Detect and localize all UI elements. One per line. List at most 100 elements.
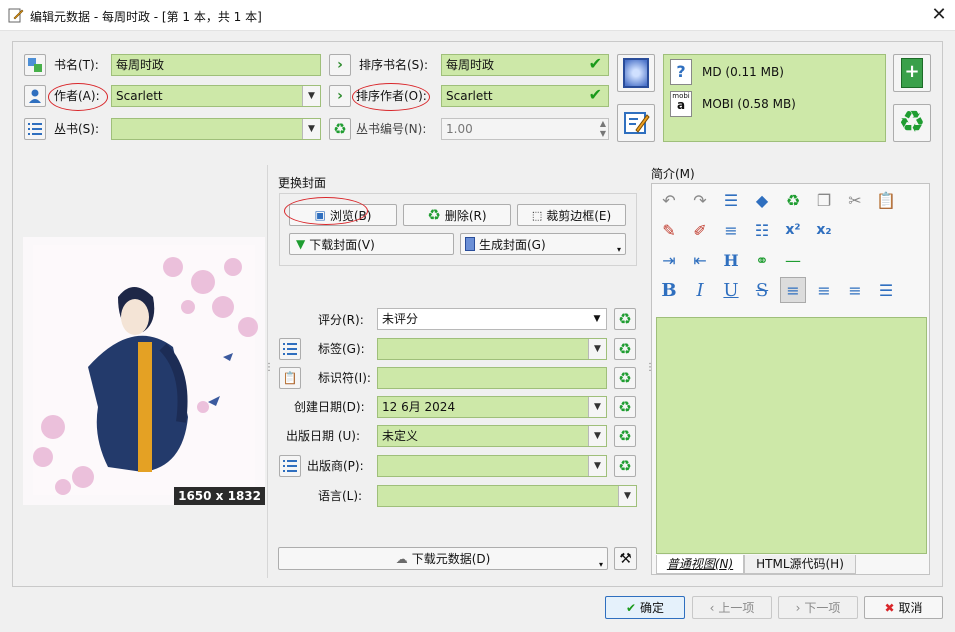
clear-pubdate-button[interactable]: ♻: [614, 425, 636, 447]
align-justify-icon[interactable]: ☰: [873, 277, 899, 303]
ordered-list-icon[interactable]: ≡: [718, 217, 744, 243]
chevron-down-icon[interactable]: ▼: [588, 339, 606, 359]
clear-publisher-button[interactable]: ♻: [614, 455, 636, 477]
underline-icon[interactable]: U: [718, 277, 744, 303]
tags-label: 标签(G):: [318, 342, 365, 356]
unordered-list-icon[interactable]: ☷: [749, 217, 775, 243]
ids-input[interactable]: [377, 367, 607, 389]
copy-to-sort-title-button[interactable]: ›: [329, 54, 351, 76]
superscript-icon[interactable]: x²: [780, 217, 806, 243]
cancel-button[interactable]: ✖ 取消: [864, 596, 943, 619]
subscript-icon[interactable]: x₂: [811, 217, 837, 243]
remove-cover-button[interactable]: ♻ 删除(R): [403, 204, 511, 226]
chevron-down-icon[interactable]: ▼: [618, 486, 636, 506]
align-right-icon[interactable]: ≡: [842, 277, 868, 303]
edit-metadata-button[interactable]: [617, 104, 655, 142]
series-label: 丛书(S):: [54, 122, 100, 136]
undo-icon[interactable]: ↶: [656, 187, 682, 213]
chevron-down-icon[interactable]: ▼: [302, 86, 320, 106]
cut-icon[interactable]: ✂: [842, 187, 868, 213]
clear-tags-button[interactable]: ♻: [614, 338, 636, 360]
edit-document-icon: [624, 112, 650, 134]
date-label: 创建日期(D):: [294, 400, 365, 414]
sort-author-input[interactable]: Scarlett ✔: [441, 85, 609, 107]
pubdate-input[interactable]: 未定义 ▼: [377, 425, 607, 447]
align-center-icon[interactable]: ≡: [811, 277, 837, 303]
manage-series-button[interactable]: [24, 118, 46, 140]
chevron-down-icon[interactable]: ▼: [588, 426, 606, 446]
format-row[interactable]: ? MD (0.11 MB): [670, 59, 784, 85]
copy-icon[interactable]: ❐: [811, 187, 837, 213]
clear-series-button[interactable]: ♻: [329, 118, 351, 140]
tab-html-source[interactable]: HTML源代码(H): [744, 555, 856, 574]
strikethrough-icon[interactable]: S: [749, 277, 775, 303]
download-metadata-button[interactable]: ☁ 下载元数据(D) ▾: [278, 547, 608, 570]
window-title: 编辑元数据 - 每周时政 - [第 1 本，共 1 本]: [30, 10, 262, 24]
recycle-icon: ♻: [618, 369, 632, 387]
sort-title-label: 排序书名(S):: [359, 58, 429, 72]
clear-ids-button[interactable]: ♻: [614, 367, 636, 389]
bold-icon[interactable]: B: [656, 277, 682, 303]
comments-text-area[interactable]: [656, 317, 927, 554]
tags-combo[interactable]: ▼: [377, 338, 607, 360]
cover-image[interactable]: 1650 x 1832: [23, 237, 265, 505]
download-cover-button[interactable]: ▼ 下载封面(V): [289, 233, 454, 255]
add-format-button[interactable]: +: [893, 54, 931, 92]
author-combo[interactable]: Scarlett ▼: [111, 85, 321, 107]
remove-format-button[interactable]: ♻: [893, 104, 931, 142]
tab-normal-view[interactable]: 普通视图(N): [656, 555, 744, 574]
paste-identifiers-button[interactable]: 📋: [279, 367, 301, 389]
chevron-down-icon[interactable]: ▼: [588, 309, 606, 329]
date-input[interactable]: 12 6月 2024 ▼: [377, 396, 607, 418]
manage-tags-button[interactable]: [279, 338, 301, 360]
horizontal-rule-icon[interactable]: —: [780, 247, 806, 273]
comments-toolbar: ↶ ↷ ☰ ◆ ♻ ❐ ✂ 📋 ✎ ✐ ≡ ☷ x² x₂ ⇥ ⇤ H ⚭ — …: [656, 187, 926, 303]
clear-format-icon[interactable]: ◆: [749, 187, 775, 213]
title-input[interactable]: 每周时政: [111, 54, 321, 76]
clear-rating-button[interactable]: ♻: [614, 308, 636, 330]
format-name: MOBI (0.58 MB): [702, 97, 796, 111]
format-row[interactable]: mobi a MOBI (0.58 MB): [670, 91, 796, 117]
manage-authors-button[interactable]: [24, 85, 46, 107]
indent-icon[interactable]: ⇥: [656, 247, 682, 273]
configure-metadata-button[interactable]: ⚒: [614, 547, 637, 570]
chevron-down-icon[interactable]: ▼: [302, 119, 320, 139]
generate-cover-button[interactable]: 生成封面(G) ▾: [460, 233, 626, 255]
paste-icon[interactable]: 📋: [873, 187, 899, 213]
splitter-handle[interactable]: ⋮: [645, 363, 655, 386]
select-all-icon[interactable]: ☰: [718, 187, 744, 213]
clear-date-button[interactable]: ♻: [614, 396, 636, 418]
outdent-icon[interactable]: ⇤: [687, 247, 713, 273]
next-button[interactable]: › 下一项: [778, 596, 858, 619]
link-icon[interactable]: ⚭: [749, 247, 775, 273]
chevron-down-icon[interactable]: ▼: [588, 397, 606, 417]
recycle-icon: ♻: [898, 105, 926, 140]
publisher-combo[interactable]: ▼: [377, 455, 607, 477]
title-case-icon: [28, 58, 42, 72]
close-button[interactable]: ✕: [928, 4, 950, 26]
previous-button[interactable]: ‹ 上一项: [692, 596, 772, 619]
language-combo[interactable]: ▼: [377, 485, 637, 507]
arrow-right-icon: ›: [337, 57, 343, 73]
trim-cover-button[interactable]: ⬚ 裁剪边框(E): [517, 204, 626, 226]
recycle-icon[interactable]: ♻: [780, 187, 806, 213]
rating-combo[interactable]: 未评分 ▼: [377, 308, 607, 330]
redo-icon[interactable]: ↷: [687, 187, 713, 213]
chevron-right-icon: ›: [795, 600, 801, 615]
title-case-button[interactable]: [24, 54, 46, 76]
formats-list[interactable]: ? MD (0.11 MB) mobi a MOBI (0.58 MB): [663, 54, 886, 142]
align-left-icon[interactable]: ≡: [780, 277, 806, 303]
generate-cover-thumbnail-button[interactable]: [617, 54, 655, 92]
spin-arrows-icon[interactable]: ▲ ▼: [600, 119, 606, 139]
text-color-icon[interactable]: ✐: [687, 217, 713, 243]
series-index-spinner[interactable]: 1.00 ▲ ▼: [441, 118, 609, 140]
chevron-down-icon[interactable]: ▼: [588, 456, 606, 476]
ok-button[interactable]: ✔ 确定: [605, 596, 685, 619]
italic-icon[interactable]: I: [687, 277, 713, 303]
copy-to-sort-author-button[interactable]: ›: [329, 85, 351, 107]
series-combo[interactable]: ▼: [111, 118, 321, 140]
sort-title-input[interactable]: 每周时政 ✔: [441, 54, 609, 76]
manage-publishers-button[interactable]: [279, 455, 301, 477]
background-color-icon[interactable]: ✎: [656, 217, 682, 243]
heading-icon[interactable]: H: [718, 247, 744, 273]
